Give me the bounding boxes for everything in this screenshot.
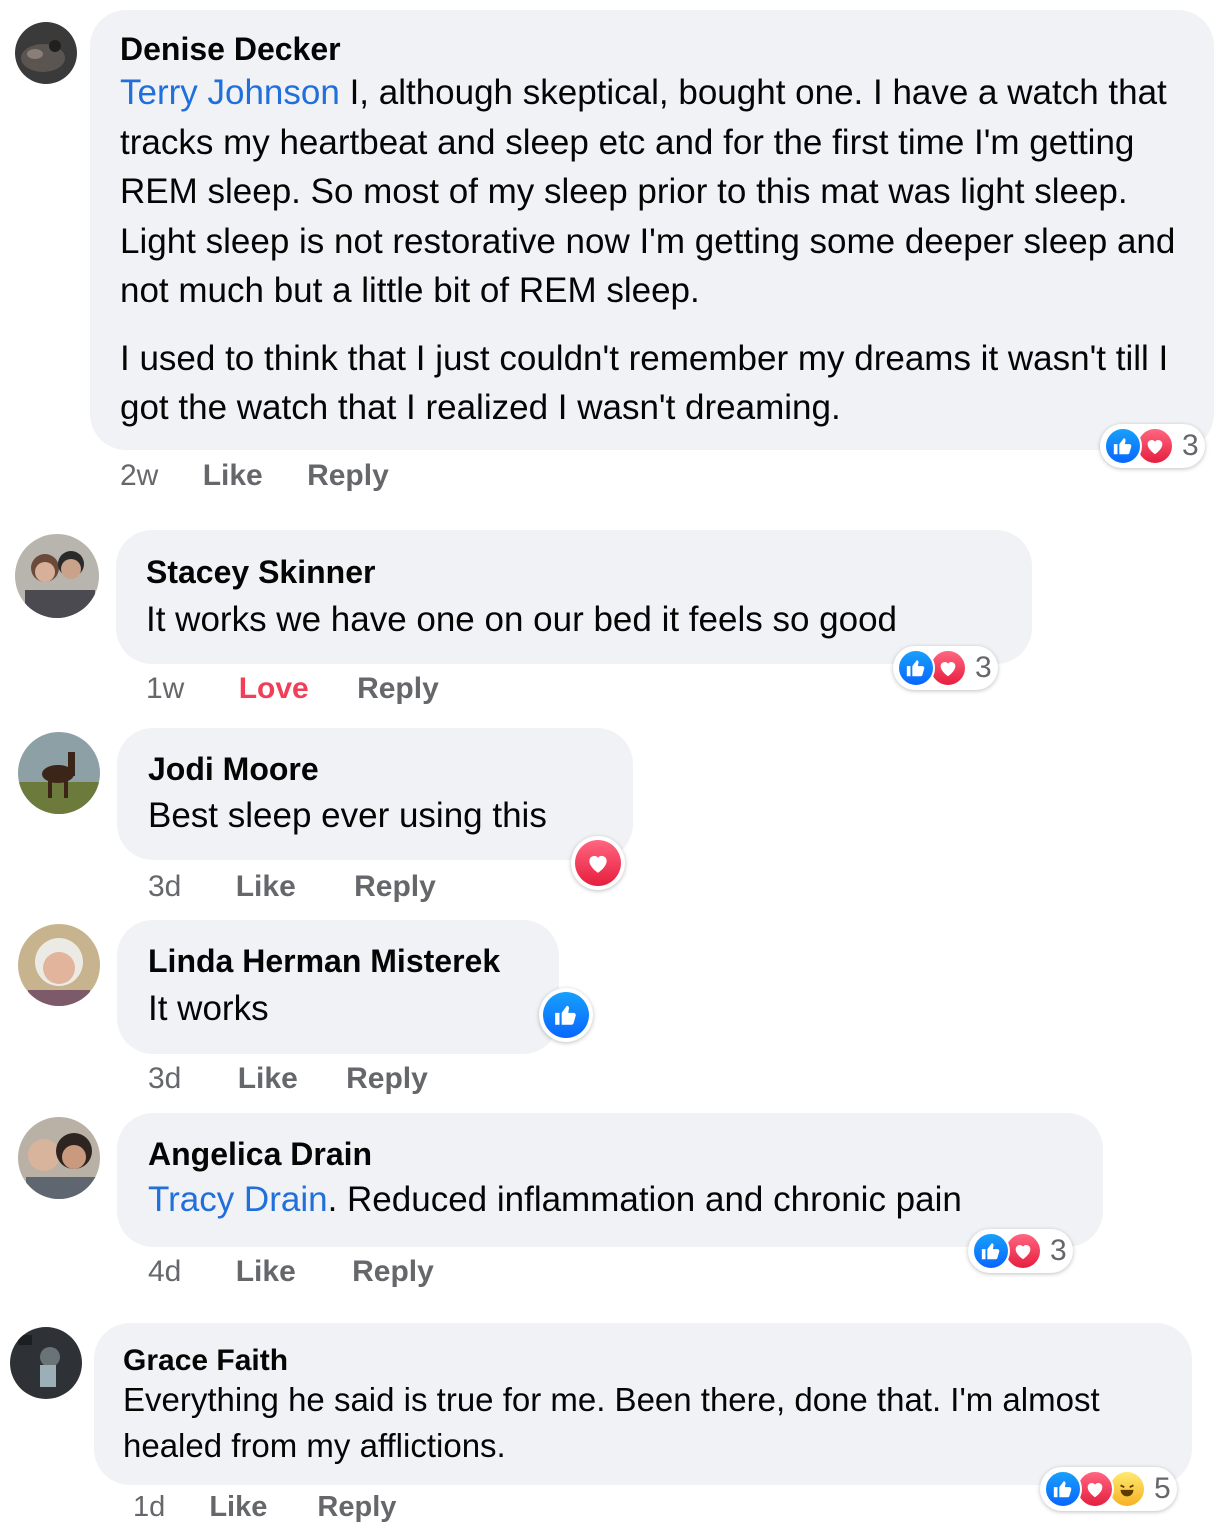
comment-actions: 3d Like Reply <box>148 870 436 904</box>
reaction-summary[interactable]: 5 <box>1040 1467 1177 1511</box>
comment-actions: 1d Like Reply <box>133 1491 396 1524</box>
reaction-summary[interactable]: 3 <box>968 1229 1073 1273</box>
comment-actions: 1w Love Reply <box>146 672 439 706</box>
reaction-count: 3 <box>975 651 992 684</box>
reply-button[interactable]: Reply <box>346 1062 428 1095</box>
avatar[interactable] <box>15 22 77 84</box>
comment-text: Tracy Drain. Reduced inflammation and ch… <box>148 1175 962 1225</box>
avatar[interactable] <box>15 534 99 618</box>
comment-author[interactable]: Linda Herman Misterek <box>148 943 500 980</box>
comment-linda-herman-misterek: Linda Herman Misterek It works 3d Like R… <box>0 912 1230 1107</box>
thumbs-up-icon <box>1104 427 1142 465</box>
comment-text: It works we have one on our bed it feels… <box>146 600 898 639</box>
like-button[interactable]: Like <box>236 1255 296 1288</box>
thumbs-up-icon <box>897 649 935 687</box>
comment-timestamp[interactable]: 3d <box>148 870 181 903</box>
comment-timestamp[interactable]: 4d <box>148 1255 181 1288</box>
heart-icon <box>575 840 621 886</box>
avatar[interactable] <box>10 1327 82 1399</box>
comment-jodi-moore: Jodi Moore Best sleep ever using this 3d… <box>0 720 1230 915</box>
reply-button[interactable]: Reply <box>317 1491 396 1523</box>
thumbs-up-icon <box>972 1232 1010 1270</box>
comment-author[interactable]: Jodi Moore <box>148 751 319 788</box>
comment-denise-decker: Denise Decker Terry Johnson I, although … <box>0 0 1230 510</box>
thumbs-up-icon <box>543 992 589 1038</box>
avatar[interactable] <box>18 1117 100 1199</box>
comment-text: It works <box>148 989 269 1028</box>
mention-link[interactable]: Tracy Drain <box>148 1180 328 1219</box>
comment-actions: 3d Like Reply <box>148 1062 428 1096</box>
reaction-summary[interactable] <box>571 836 625 890</box>
reaction-summary[interactable] <box>539 988 593 1042</box>
comment-timestamp[interactable]: 3d <box>148 1062 181 1095</box>
reaction-summary[interactable]: 3 <box>893 646 998 690</box>
mention-link[interactable]: Terry Johnson <box>120 73 340 112</box>
comment-angelica-drain: Angelica Drain Tracy Drain. Reduced infl… <box>0 1105 1230 1305</box>
comment-timestamp[interactable]: 1d <box>133 1491 165 1523</box>
comment-actions: 4d Like Reply <box>148 1255 434 1289</box>
reaction-count: 5 <box>1154 1472 1171 1505</box>
comment-text: Terry Johnson I, although skeptical, bou… <box>120 68 1195 433</box>
comment-author[interactable]: Angelica Drain <box>148 1136 372 1173</box>
reply-button[interactable]: Reply <box>352 1255 434 1288</box>
comment-author[interactable]: Stacey Skinner <box>146 554 375 591</box>
comment-text: Everything he said is true for me. Been … <box>123 1381 1100 1464</box>
reaction-summary[interactable]: 3 <box>1100 424 1205 468</box>
avatar[interactable] <box>18 732 100 814</box>
comment-grace-faith: Grace Faith Everything he said is true f… <box>0 1315 1230 1537</box>
comment-actions: 2w Like Reply <box>120 459 389 493</box>
comment-paragraph: I used to think that I just couldn't rem… <box>120 338 1169 428</box>
reaction-count: 3 <box>1050 1234 1067 1267</box>
comment-body: . Reduced inflammation and chronic pain <box>327 1180 962 1219</box>
comment-author[interactable]: Grace Faith <box>123 1344 288 1378</box>
comment-author[interactable]: Denise Decker <box>120 31 341 68</box>
love-button[interactable]: Love <box>239 672 309 705</box>
like-button[interactable]: Like <box>203 459 263 492</box>
comment-text: Best sleep ever using this <box>148 796 547 835</box>
reply-button[interactable]: Reply <box>357 672 439 705</box>
comment-timestamp[interactable]: 2w <box>120 459 158 492</box>
reply-button[interactable]: Reply <box>354 870 436 903</box>
thumbs-up-icon <box>1044 1470 1082 1508</box>
like-button[interactable]: Like <box>238 1062 298 1095</box>
comment-stacey-skinner: Stacey Skinner It works we have one on o… <box>0 520 1230 720</box>
reply-button[interactable]: Reply <box>307 459 389 492</box>
reaction-count: 3 <box>1182 429 1199 462</box>
like-button[interactable]: Like <box>209 1491 267 1523</box>
avatar[interactable] <box>18 924 100 1006</box>
like-button[interactable]: Like <box>236 870 296 903</box>
comment-timestamp[interactable]: 1w <box>146 672 184 705</box>
